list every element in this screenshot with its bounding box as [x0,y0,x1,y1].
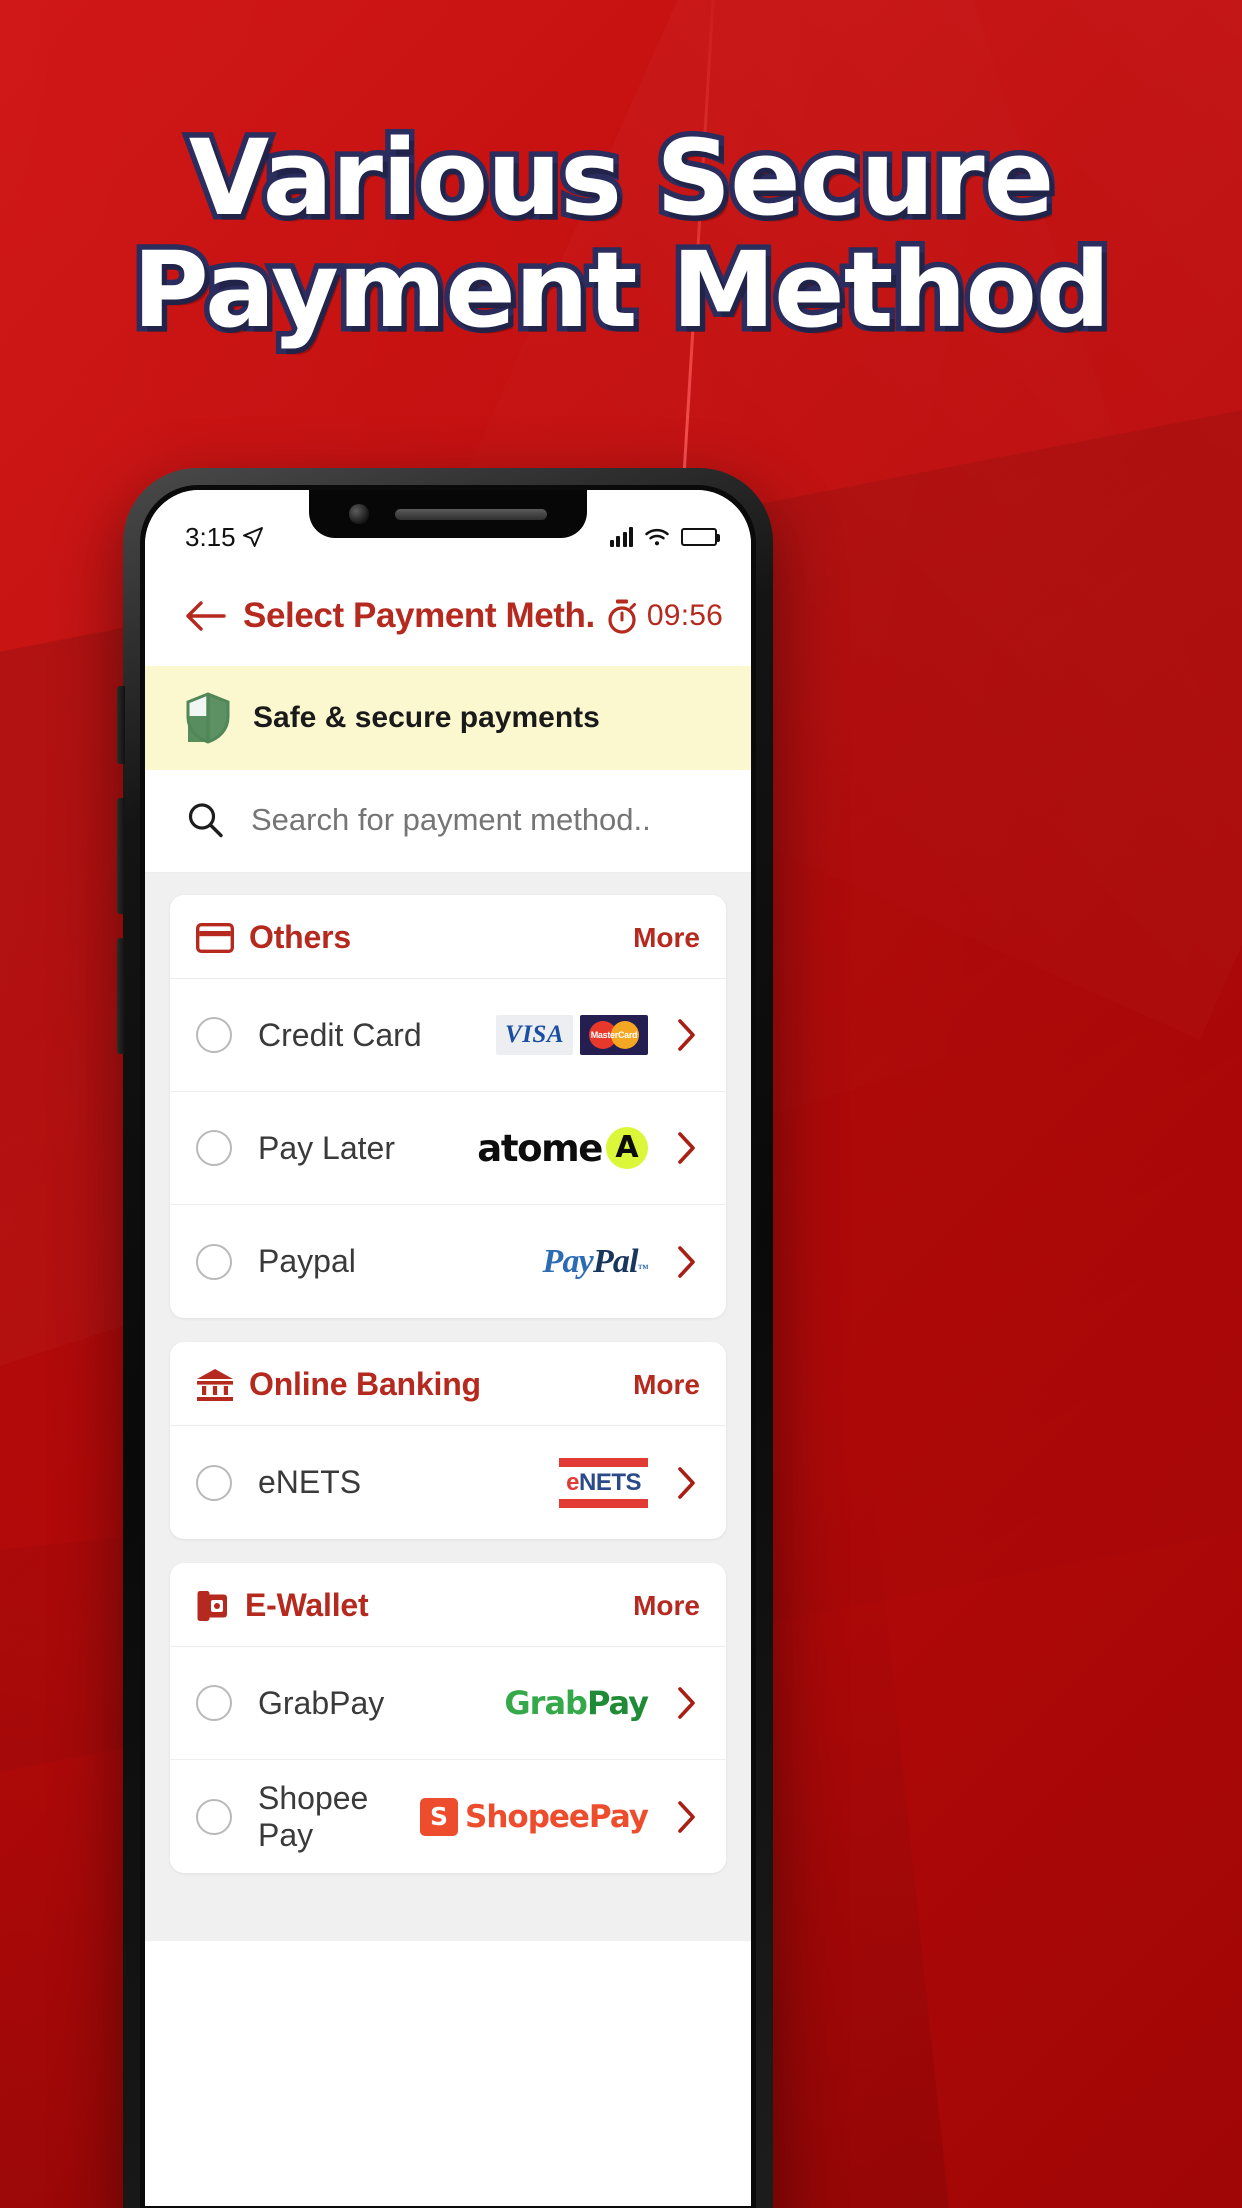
status-bar-time: 3:15 [185,521,236,552]
category-title: Online Banking [249,1366,481,1402]
phone-volume-up-button[interactable] [117,798,125,914]
payment-method-label: Pay Later [258,1129,395,1166]
signal-bars-icon [609,527,633,547]
payment-method-label: Paypal [258,1243,356,1279]
category-title: E-Wallet [245,1587,369,1623]
payment-method-radio[interactable] [196,1685,232,1721]
enets-logo: e NETS [559,1457,648,1508]
phone-notch [309,490,587,538]
payment-method-row[interactable]: eNETS e NETS [170,1426,726,1539]
payment-method-label: GrabPay [258,1684,385,1721]
bank-icon [197,1368,233,1401]
back-arrow-icon [186,601,226,631]
category-icon-wrap [196,1368,234,1402]
mastercard-logo: MasterCard [580,1015,648,1055]
paypal-logo: Pay Pal ™ [542,1242,649,1280]
chevron-right-icon [678,1245,695,1278]
wallet-icon [197,1590,227,1621]
location-arrow-icon [242,527,263,547]
category-icon-wrap [196,1589,230,1623]
payment-method-label: Credit Card [258,1016,422,1053]
search-bar[interactable] [145,770,751,873]
checkout-timer: 09:56 [605,598,723,634]
payment-methods-list: Others More Credit Card VISA MasterCard Pa… [145,873,751,1941]
status-bar-left: 3:15 [185,522,265,553]
chevron-right-icon [678,1800,695,1833]
front-camera-icon [349,504,369,524]
payment-method-radio[interactable] [196,1243,232,1280]
stopwatch-icon [608,599,636,634]
search-input[interactable] [251,802,711,838]
payment-method-logo: Grab Pay [504,1684,649,1722]
payment-method-row[interactable]: Pay Later atome A [170,1092,726,1205]
payment-method-logo: e NETS [559,1457,648,1508]
payment-category-card: Others More Credit Card VISA MasterCard Pa… [170,895,726,1318]
atome-logo: atome A [477,1127,648,1170]
chevron-right-icon [678,1132,695,1164]
payment-method-row[interactable]: Credit Card VISA MasterCard [170,979,726,1092]
payment-method-row[interactable]: Shopee Pay S ShopeePay [170,1760,726,1873]
chevron-right-icon [678,1019,695,1051]
payment-method-logo: S ShopeePay [420,1797,649,1836]
shield-icon [186,692,230,744]
payment-method-chevron[interactable] [674,1463,700,1503]
wifi-icon [645,528,669,546]
payment-method-logo: Pay Pal ™ [543,1243,649,1281]
payment-method-chevron[interactable] [674,1128,700,1168]
payment-category-header: Others More [170,895,726,979]
payment-method-logo: VISA MasterCard [496,1015,648,1055]
phone-screen: 3:15 Select Payment Meth... 09:56 Safe &… [145,490,751,2206]
category-more-link[interactable]: More [633,922,700,954]
shopee-mark-icon: S [420,1797,458,1836]
payment-method-label: eNETS [258,1464,362,1500]
battery-icon [681,528,720,546]
payment-method-row[interactable]: Paypal Pay Pal ™ [170,1205,726,1318]
category-more-link[interactable]: More [633,1590,700,1622]
category-more-link[interactable]: More [633,1369,700,1401]
payment-method-chevron[interactable] [674,1797,700,1837]
payment-method-chevron[interactable] [674,1242,700,1282]
payment-method-radio[interactable] [196,1017,232,1053]
phone-mockup: 3:15 Select Payment Meth... 09:56 Safe &… [117,468,773,2208]
visa-logo: VISA [496,1015,573,1055]
payment-method-label: Shopee Pay [258,1779,369,1853]
timer-value: 09:56 [646,599,723,632]
grabpay-logo: Grab Pay [504,1684,649,1722]
payment-method-radio[interactable] [196,1130,232,1166]
earpiece-speaker [395,508,547,520]
chevron-right-icon [678,1466,695,1499]
phone-mute-button[interactable] [117,686,125,764]
back-button[interactable] [177,588,233,644]
search-icon [188,803,223,838]
status-bar-right [609,527,720,547]
payment-category-header: E-Wallet More [170,1563,726,1647]
payment-category-card: Online Banking More eNETS e NETS [170,1342,726,1539]
payment-category-header: Online Banking More [170,1342,726,1426]
category-title: Others [249,919,351,955]
chevron-right-icon [678,1687,695,1719]
safety-banner: Safe & secure payments [145,666,751,770]
payment-method-radio[interactable] [196,1464,232,1501]
shopeepay-logo: S ShopeePay [420,1797,649,1836]
payment-method-logo: atome A [477,1127,648,1170]
app-header: Select Payment Meth... 09:56 [145,566,751,666]
category-icon-wrap [196,922,234,953]
payment-method-row[interactable]: GrabPay Grab Pay [170,1647,726,1760]
payment-method-chevron[interactable] [674,1015,700,1055]
visa-mastercard-logo: VISA MasterCard [496,1015,648,1055]
page-title: Select Payment Meth... [243,596,595,635]
credit-card-icon [196,922,234,953]
payment-method-radio[interactable] [196,1798,232,1835]
phone-bezel: 3:15 Select Payment Meth... 09:56 Safe &… [140,485,756,2208]
payment-method-chevron[interactable] [674,1683,700,1723]
atome-mark-icon: A [606,1127,648,1169]
safety-banner-text: Safe & secure payments [253,701,600,734]
phone-volume-down-button[interactable] [117,938,125,1054]
payment-category-card: E-Wallet More GrabPay Grab Pay Shopee Pay S… [170,1563,726,1873]
